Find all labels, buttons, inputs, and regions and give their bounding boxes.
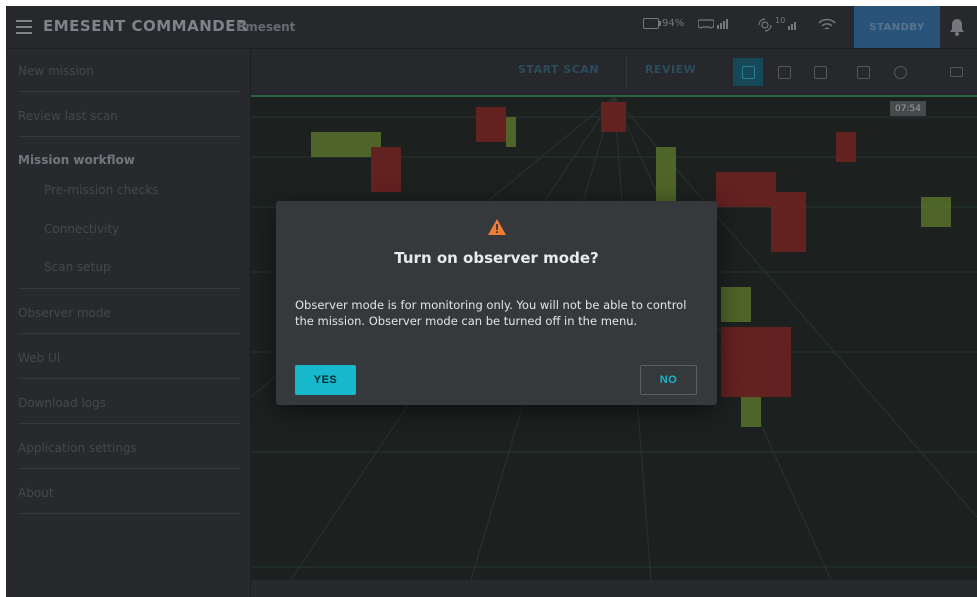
dialog-message: Observer mode is for monitoring only. Yo… <box>295 298 687 328</box>
observer-mode-dialog: Turn on observer mode? Observer mode is … <box>276 201 717 405</box>
app-window: EMESENT COMMANDER Emesent 94% 10 STANDBY… <box>6 6 977 597</box>
no-button[interactable]: NO <box>640 365 697 395</box>
dialog-title: Turn on observer mode? <box>394 249 599 267</box>
warning-icon <box>488 219 506 235</box>
yes-button[interactable]: YES <box>295 365 356 395</box>
